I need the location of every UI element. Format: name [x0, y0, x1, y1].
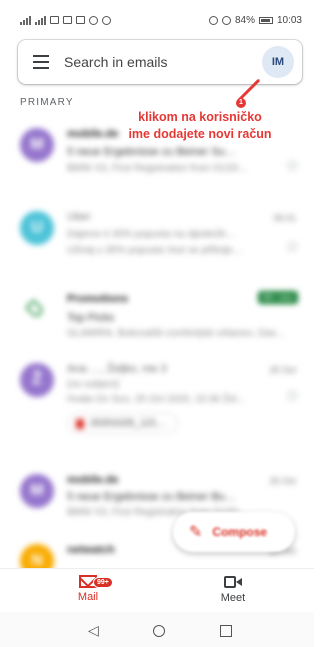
search-input[interactable]: Search in emails	[64, 54, 262, 70]
email-row[interactable]: Ž Ana …, Željko, me 3 25 Oct (no subject…	[0, 358, 314, 468]
star-icon[interactable]: ☆	[285, 386, 300, 406]
category-preview: GLAMIRA, Bukovački comfortjski urbanex, …	[67, 328, 286, 339]
vibrate-icon	[208, 15, 218, 25]
clock: 10:03	[276, 14, 302, 26]
email-preview: Uživaj u 30% popusta Vozi se jeftinije…	[67, 245, 243, 256]
nav-meet[interactable]: Meet	[198, 575, 268, 604]
notification-icon	[50, 16, 59, 24]
email-subject: (no subject)	[67, 379, 120, 390]
section-label: PRIMARY	[20, 97, 74, 108]
email-subject: Dajemo ti 30% popusta na sljedećih…	[67, 229, 236, 240]
recent-apps-icon[interactable]	[220, 625, 232, 637]
annotation-line-2: ime dodajete novi račun	[128, 127, 272, 141]
tag-icon	[25, 299, 45, 319]
category-subtitle: Top Picks	[67, 312, 115, 324]
avatar: Ž	[20, 363, 54, 397]
image-icon	[63, 16, 72, 24]
email-sender: Uber	[67, 211, 91, 223]
viber-icon	[89, 15, 98, 25]
video-camera-icon	[224, 575, 242, 589]
email-date: 06.01	[273, 213, 296, 223]
annotation-text: klikom na korisničko ime dodajete novi r…	[100, 109, 300, 143]
battery-percent: 84%	[234, 14, 255, 26]
email-sender: netwatch	[67, 544, 115, 556]
email-sender: Ana …, Željko, me 3	[67, 363, 167, 375]
email-subject: 5 neue Ergebnisse zu Beiner Su…	[67, 146, 236, 158]
nav-mail-label: Mail	[77, 591, 99, 603]
promotions-row[interactable]: Promotions 99+ new Top Picks GLAMIRA, Bu…	[0, 283, 314, 358]
battery-icon	[258, 16, 273, 24]
email-sender: mobile.de	[67, 474, 119, 486]
status-icons-left	[20, 15, 111, 25]
star-icon[interactable]: ☆	[285, 237, 300, 257]
avatar: U	[20, 211, 54, 245]
system-nav-bar: ◁	[0, 612, 314, 647]
annotation-line-1: klikom na korisničko	[138, 110, 262, 124]
signal-icon-2	[35, 15, 46, 25]
home-icon[interactable]	[153, 625, 165, 637]
alarm-icon	[221, 15, 231, 25]
compose-button[interactable]: ✎ Compose	[173, 512, 295, 552]
category-title: Promotions	[67, 293, 129, 305]
compose-label: Compose	[212, 525, 268, 539]
mail-icon	[76, 16, 85, 24]
messenger-icon	[102, 15, 111, 25]
back-icon[interactable]: ◁	[88, 622, 99, 639]
attachment-chip[interactable]: 20201025_121…	[67, 413, 178, 434]
status-icons-right: 84% 10:03	[208, 14, 302, 26]
avatar: M	[20, 128, 54, 162]
menu-icon[interactable]	[18, 40, 64, 84]
email-preview: BMW X3, First Registration from 01/20…	[67, 163, 249, 174]
signal-icon	[20, 15, 31, 25]
email-preview: Hvala On Sun, 25 Oct 2020, 15:36 Žel…	[67, 394, 247, 405]
unread-badge: 99+	[93, 577, 113, 588]
email-date: 25 Oct	[269, 365, 296, 375]
pencil-icon: ✎	[189, 524, 203, 541]
annotation-marker: 1	[236, 98, 246, 108]
star-icon[interactable]: ☆	[285, 156, 300, 176]
status-bar: 84% 10:03	[0, 0, 314, 40]
email-row[interactable]: U Uber 06.01 Dajemo ti 30% popusta na sl…	[0, 203, 314, 283]
avatar: M	[20, 474, 54, 508]
nav-mail[interactable]: 99+ Mail	[53, 575, 123, 603]
email-date: 25 Oct	[269, 476, 296, 486]
email-list: M mobile.de 5 neue Ergebnisse zu Beiner …	[0, 118, 314, 580]
bottom-nav: 99+ Mail Meet	[0, 568, 314, 612]
email-subject: 5 neue Ergebnisse zu Beiner Bu…	[67, 491, 236, 503]
nav-meet-label: Meet	[220, 592, 246, 604]
new-badge: 99+ new	[257, 291, 298, 304]
account-avatar-button[interactable]: IM	[262, 46, 294, 78]
